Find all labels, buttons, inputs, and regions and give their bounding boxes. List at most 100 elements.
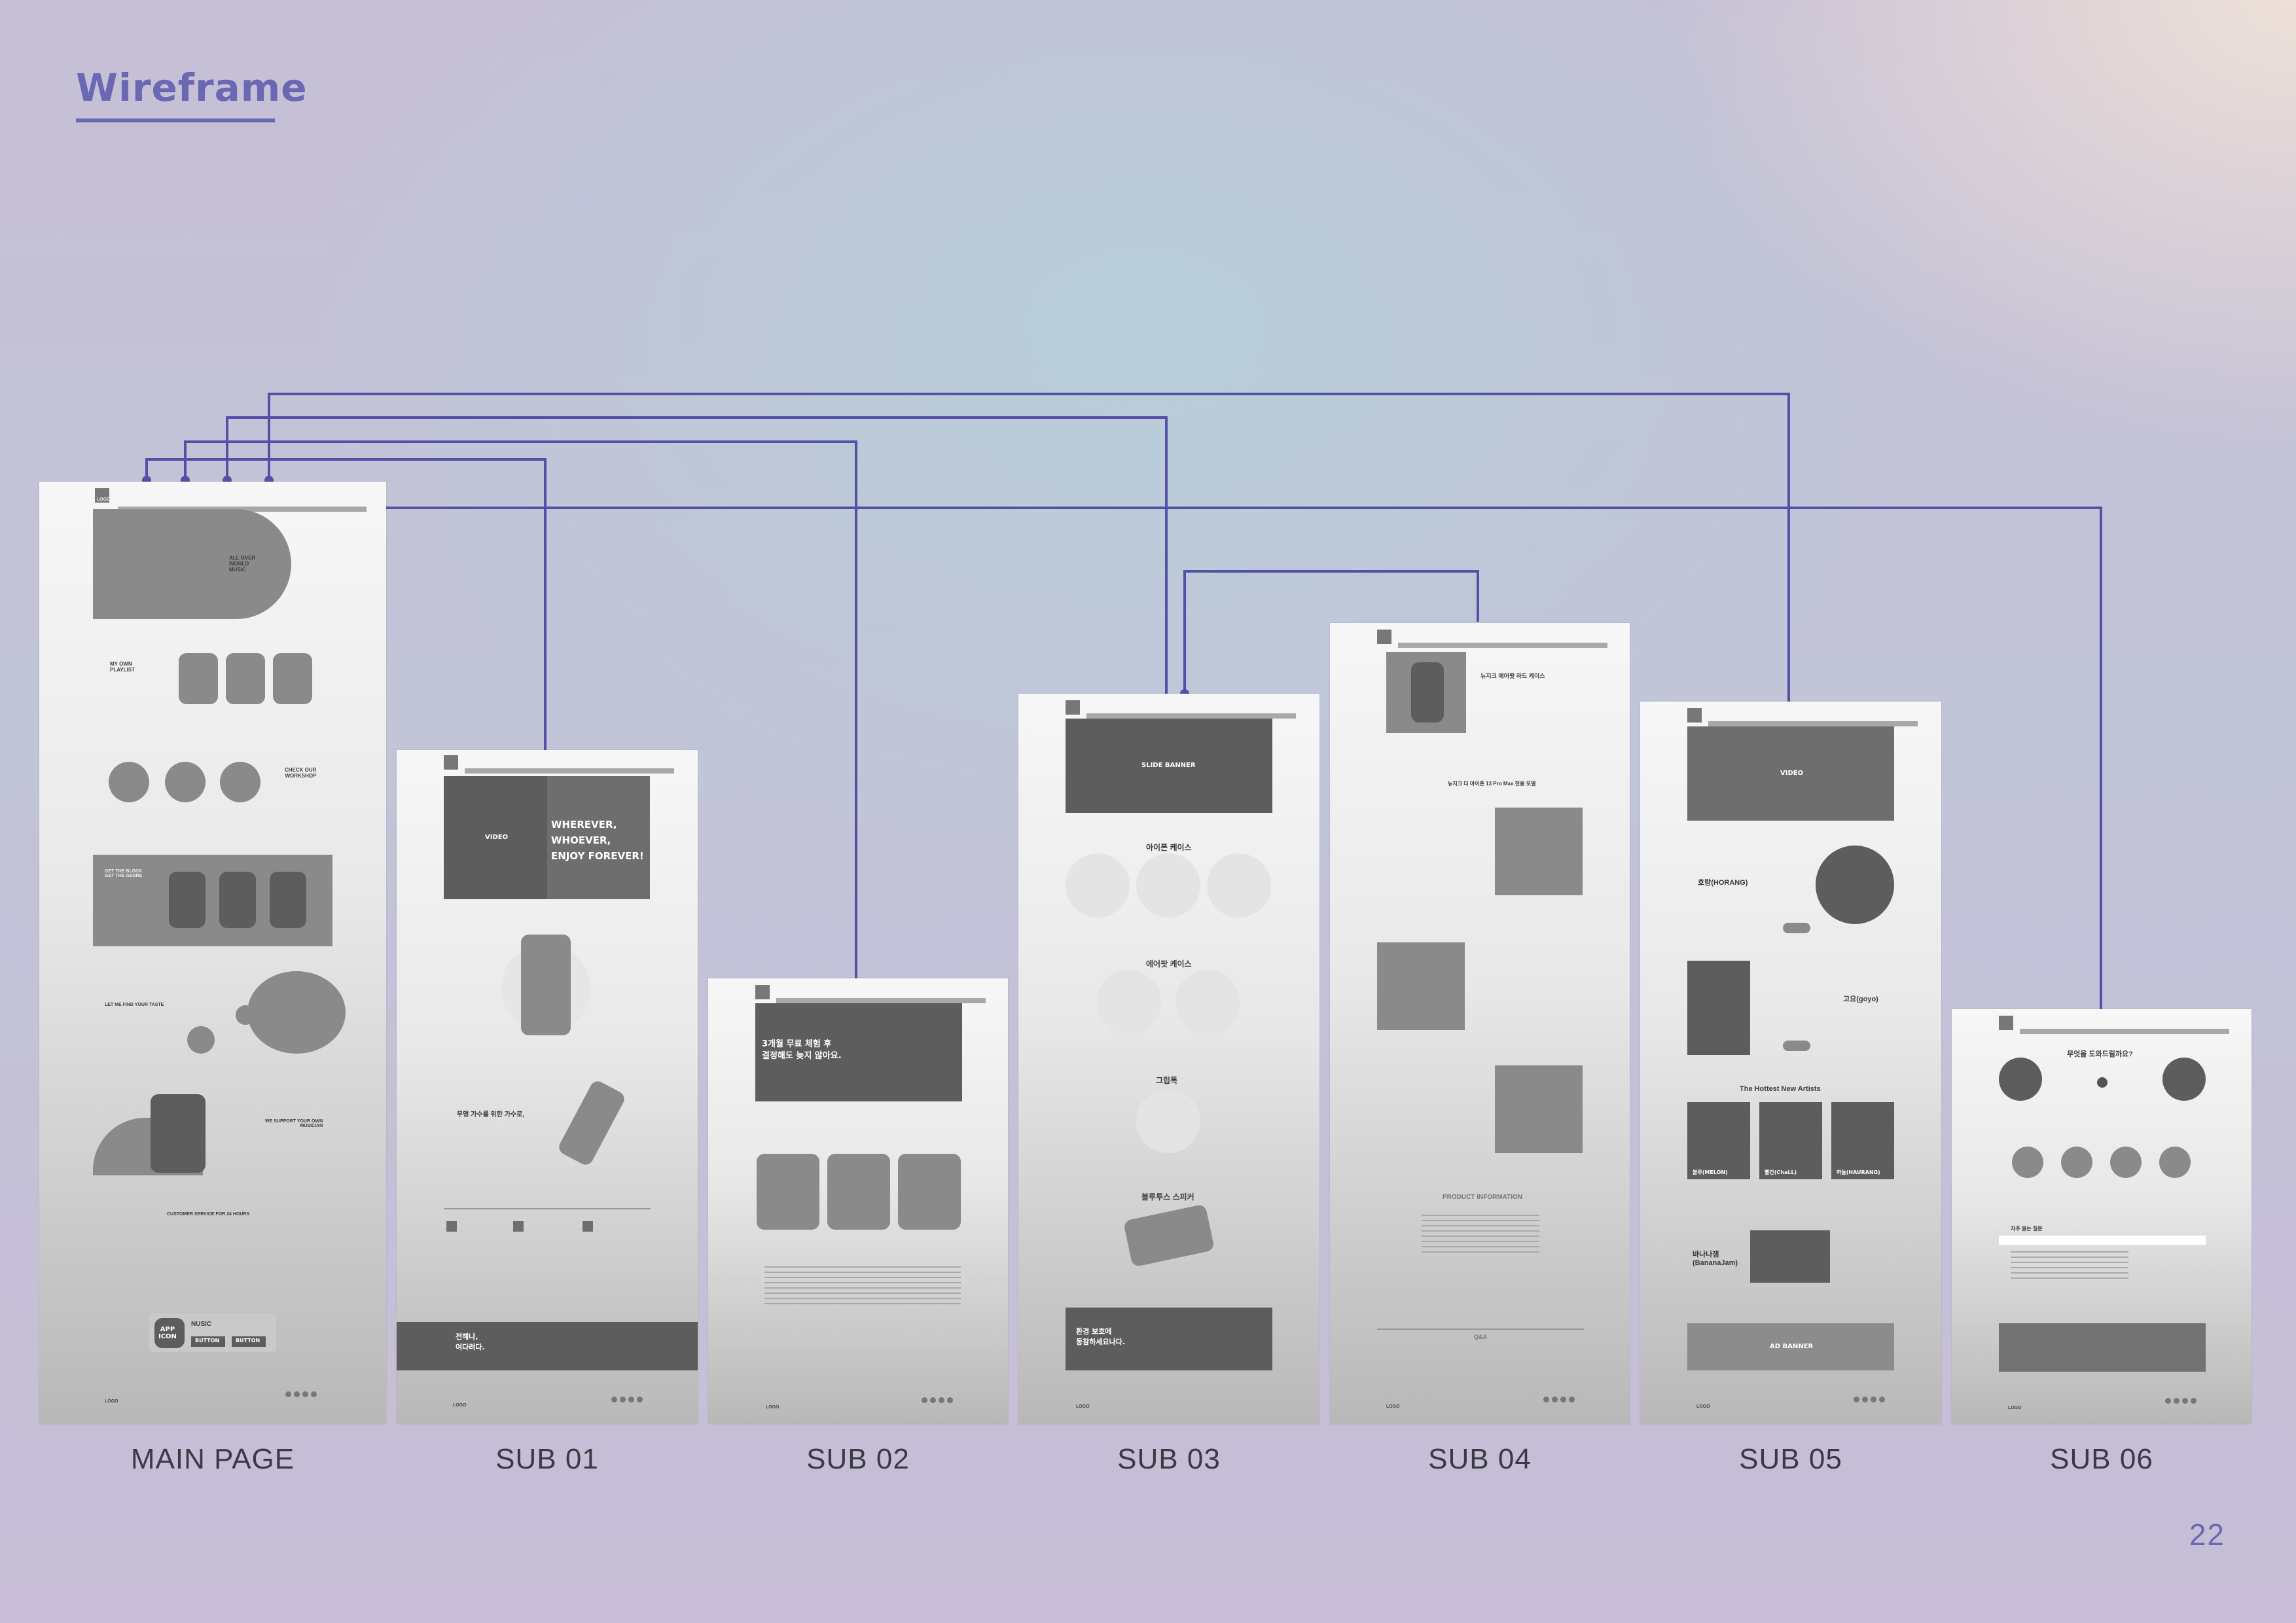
case-circle xyxy=(1066,853,1130,918)
footer-social xyxy=(611,1397,643,1403)
product-desc: 뉴지크 더 아이폰 13 Pro Max 전용 모델 xyxy=(1448,781,1536,787)
phone-shape xyxy=(521,935,571,1035)
wireframe-sub02: 3개월 무료 체험 후 결정해도 늦지 않아요. LOGO xyxy=(708,978,1008,1424)
top-nav xyxy=(1086,713,1296,719)
speaker-shape xyxy=(1122,1204,1215,1268)
singer-text: 무명 가수를 위한 가수로, xyxy=(457,1111,525,1118)
artist-goyo: 고요(goyo) xyxy=(1843,995,1878,1003)
detail-image xyxy=(1495,1065,1583,1153)
category-circle xyxy=(2061,1147,2092,1178)
phone-tilted xyxy=(556,1079,627,1168)
genre-card xyxy=(270,872,306,928)
workshop-circle xyxy=(109,762,149,802)
hottest-card xyxy=(1831,1102,1894,1179)
service-label: CUSTOMER SERVICE FOR 24 HOURS xyxy=(167,1212,250,1217)
footer-logo: LOGO xyxy=(1076,1404,1090,1409)
footer-social xyxy=(922,1397,953,1404)
iphone-case-heading: 아이폰 케이스 xyxy=(1146,843,1192,852)
title-underline xyxy=(76,118,275,122)
workshop-label: CHECK OUR WORKSHOP xyxy=(285,767,317,779)
faq-heading: 자주 묻는 질문 xyxy=(2011,1226,2043,1232)
category-circle xyxy=(2159,1147,2191,1178)
speaker-heading: 블루투스 스피커 xyxy=(1141,1192,1194,1202)
hero-text: ALL OVER WORLD MUSIC xyxy=(229,555,256,573)
airpods-circle xyxy=(1175,970,1240,1034)
grip-heading: 그립톡 xyxy=(1156,1076,1178,1085)
product-info-heading: PRODUCT INFORMATION xyxy=(1443,1194,1523,1201)
taste-bubble xyxy=(187,1026,215,1054)
slide-banner-label: SLIDE BANNER xyxy=(1141,762,1196,769)
label-sub04: SUB 04 xyxy=(1428,1443,1532,1475)
qna-heading: Q&A xyxy=(1474,1334,1487,1340)
wireframe-sub03: SLIDE BANNER 아이폰 케이스 에어팟 케이스 그립톡 블루투스 스피… xyxy=(1018,694,1319,1424)
logo xyxy=(444,755,458,770)
artist-photo-3 xyxy=(1750,1230,1830,1283)
top-nav xyxy=(776,998,986,1003)
detail-image xyxy=(1377,942,1465,1030)
airpods-circle xyxy=(1097,970,1161,1034)
artist-photo xyxy=(1816,846,1894,924)
support-phone xyxy=(151,1094,206,1173)
eco-banner-text: 환경 보호에 동참하세요나다. xyxy=(1076,1327,1126,1346)
label-sub06: SUB 06 xyxy=(2050,1443,2153,1475)
taste-bubble xyxy=(236,1005,255,1025)
workshop-circle xyxy=(165,762,206,802)
info-thumb xyxy=(513,1221,524,1232)
footer-logo: LOGO xyxy=(2008,1406,2022,1410)
artist-button[interactable] xyxy=(1783,1041,1810,1051)
logo xyxy=(755,985,770,999)
artist-bananajam: 바나나잼 (BananaJam) xyxy=(1693,1251,1738,1267)
video-label: VIDEO xyxy=(485,834,509,841)
wireframe-sub06: 무엇을 도와드릴까요? 자주 묻는 질문 LOGO xyxy=(1952,1009,2251,1424)
taste-bubble xyxy=(247,971,346,1054)
category-circle xyxy=(2110,1147,2142,1178)
logo-label: LOGO xyxy=(97,497,111,502)
support-label: WE SUPPORT YOUR OWN MUSICIAN xyxy=(265,1119,323,1128)
hero-headline: 3개월 무료 체험 후 결정해도 늦지 않아요. xyxy=(762,1039,842,1061)
wireframe-sub04: 뉴지크 에어팟 하드 케이스 뉴지크 더 아이폰 13 Pro Max 전용 모… xyxy=(1330,623,1630,1424)
hottest-card-label: 하늘(HAURANG) xyxy=(1837,1169,1880,1175)
faq-list xyxy=(2011,1251,2128,1283)
tag-card xyxy=(827,1154,890,1230)
footer-logo: LOGO xyxy=(453,1403,467,1408)
playlist-card xyxy=(273,653,312,704)
playlist-label: MY OWN PLAYLIST xyxy=(110,661,135,673)
footer-logo: LOGO xyxy=(1386,1404,1400,1409)
page-number: 22 xyxy=(2189,1518,2225,1552)
label-sub02: SUB 02 xyxy=(806,1443,910,1475)
label-main-page: MAIN PAGE xyxy=(130,1443,295,1475)
divider xyxy=(444,1208,651,1209)
workshop-circle xyxy=(220,762,260,802)
app-icon-label: APP ICON xyxy=(158,1326,177,1340)
logo xyxy=(1687,708,1702,722)
tag-card xyxy=(757,1154,819,1230)
hottest-card-label: 빨간(ChaLL) xyxy=(1765,1169,1797,1175)
headphone-left xyxy=(1999,1058,2042,1101)
footer-social xyxy=(2165,1398,2197,1404)
airpods-case-heading: 에어팟 케이스 xyxy=(1146,959,1192,969)
genre-card xyxy=(219,872,256,928)
bottom-banner-text: 전해나, 여다려다. xyxy=(456,1332,485,1351)
artist-button[interactable] xyxy=(1783,923,1810,933)
product-info-text xyxy=(1422,1215,1539,1257)
wireframe-sub05: VIDEO 호랑(HORANG) 고요(goyo) The Hottest Ne… xyxy=(1640,702,1941,1424)
playlist-card xyxy=(179,653,218,704)
footer-social xyxy=(285,1391,317,1398)
help-dot xyxy=(2097,1077,2108,1088)
wireframe-main-page: LOGO ALL OVER WORLD MUSIC MY OWN PLAYLIS… xyxy=(39,482,386,1424)
label-sub01: SUB 01 xyxy=(495,1443,599,1475)
top-nav xyxy=(1708,721,1918,726)
footer-logo: LOGO xyxy=(1696,1404,1710,1409)
page-title: Wireframe xyxy=(76,65,308,110)
genre-card xyxy=(169,872,206,928)
case-circle xyxy=(1207,853,1271,918)
detail-image xyxy=(1495,808,1583,895)
case-circle xyxy=(1136,853,1200,918)
taste-label: LET ME FIND YOUR TASTE xyxy=(105,1003,164,1007)
divider xyxy=(1377,1329,1584,1330)
faq-highlight[interactable] xyxy=(1999,1236,2206,1245)
top-nav xyxy=(2020,1029,2229,1034)
info-thumb xyxy=(446,1221,457,1232)
tag-card xyxy=(898,1154,961,1230)
footer-social xyxy=(1543,1397,1575,1403)
